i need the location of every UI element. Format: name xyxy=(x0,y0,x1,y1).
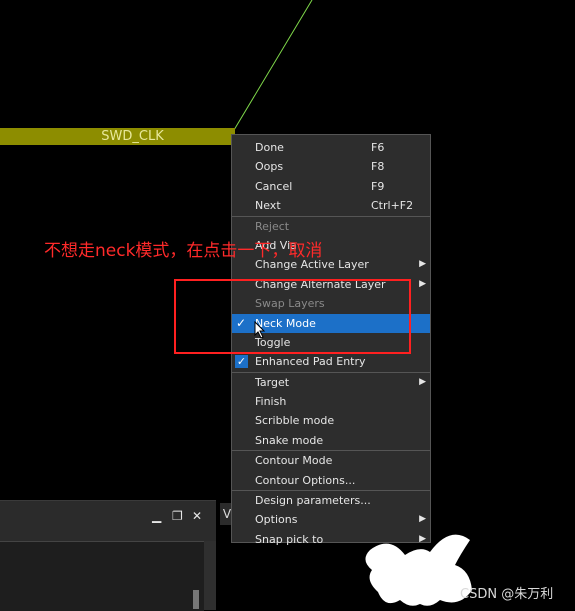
checkbox-checked-icon: ✓ xyxy=(235,355,248,369)
close-icon[interactable]: ✕ xyxy=(192,509,202,523)
menu-item-design-parameters[interactable]: Design parameters... xyxy=(232,491,430,510)
mouse-cursor-icon xyxy=(254,321,266,339)
menu-item-finish[interactable]: Finish xyxy=(232,392,430,411)
annotation-highlight-box xyxy=(174,279,411,354)
minimize-icon[interactable]: ▁ xyxy=(152,509,161,523)
menu-item-done[interactable]: Done F6 xyxy=(232,138,430,157)
submenu-arrow-icon: ▶ xyxy=(419,514,426,525)
bottom-panel: ▁ ❐ ✕ xyxy=(0,500,216,611)
menu-item-cancel[interactable]: Cancel F9 xyxy=(232,177,430,196)
panel-body xyxy=(0,541,204,611)
menu-item-snake-mode[interactable]: Snake mode xyxy=(232,431,430,450)
menu-item-reject: Reject xyxy=(255,219,290,233)
menu-item-contour-mode[interactable]: Contour Mode xyxy=(232,451,430,470)
net-label: SWD_CLK xyxy=(101,129,164,144)
submenu-arrow-icon: ▶ xyxy=(419,278,426,289)
submenu-arrow-icon: ▶ xyxy=(419,259,426,270)
menu-item-target[interactable]: Target ▶ xyxy=(232,373,430,392)
menu-item-scribble-mode[interactable]: Scribble mode xyxy=(232,411,430,430)
panel-titlebar: ▁ ❐ ✕ xyxy=(0,501,216,531)
menu-item-enhanced-pad-entry[interactable]: ✓ Enhanced Pad Entry xyxy=(232,352,430,371)
menu-item-next[interactable]: Next Ctrl+F2 xyxy=(232,196,430,215)
menu-item-contour-options[interactable]: Contour Options... xyxy=(232,471,430,490)
net-trace[interactable]: SWD_CLK xyxy=(0,128,235,145)
submenu-arrow-icon: ▶ xyxy=(419,533,426,544)
watermark-text: CSDN @朱万利 xyxy=(460,587,554,602)
scrollbar-thumb[interactable] xyxy=(193,590,199,609)
menu-item-oops[interactable]: Oops F8 xyxy=(232,157,430,176)
annotation-text: 不想走neck模式，在点击一下，取消 xyxy=(44,241,323,261)
submenu-arrow-icon: ▶ xyxy=(419,376,426,387)
panel-scrollbar[interactable] xyxy=(204,541,216,610)
menu-item-options[interactable]: Options ▶ xyxy=(232,510,430,529)
restore-icon[interactable]: ❐ xyxy=(172,509,183,523)
menu-item-snap-pick-to[interactable]: Snap pick to ▶ xyxy=(232,530,430,549)
